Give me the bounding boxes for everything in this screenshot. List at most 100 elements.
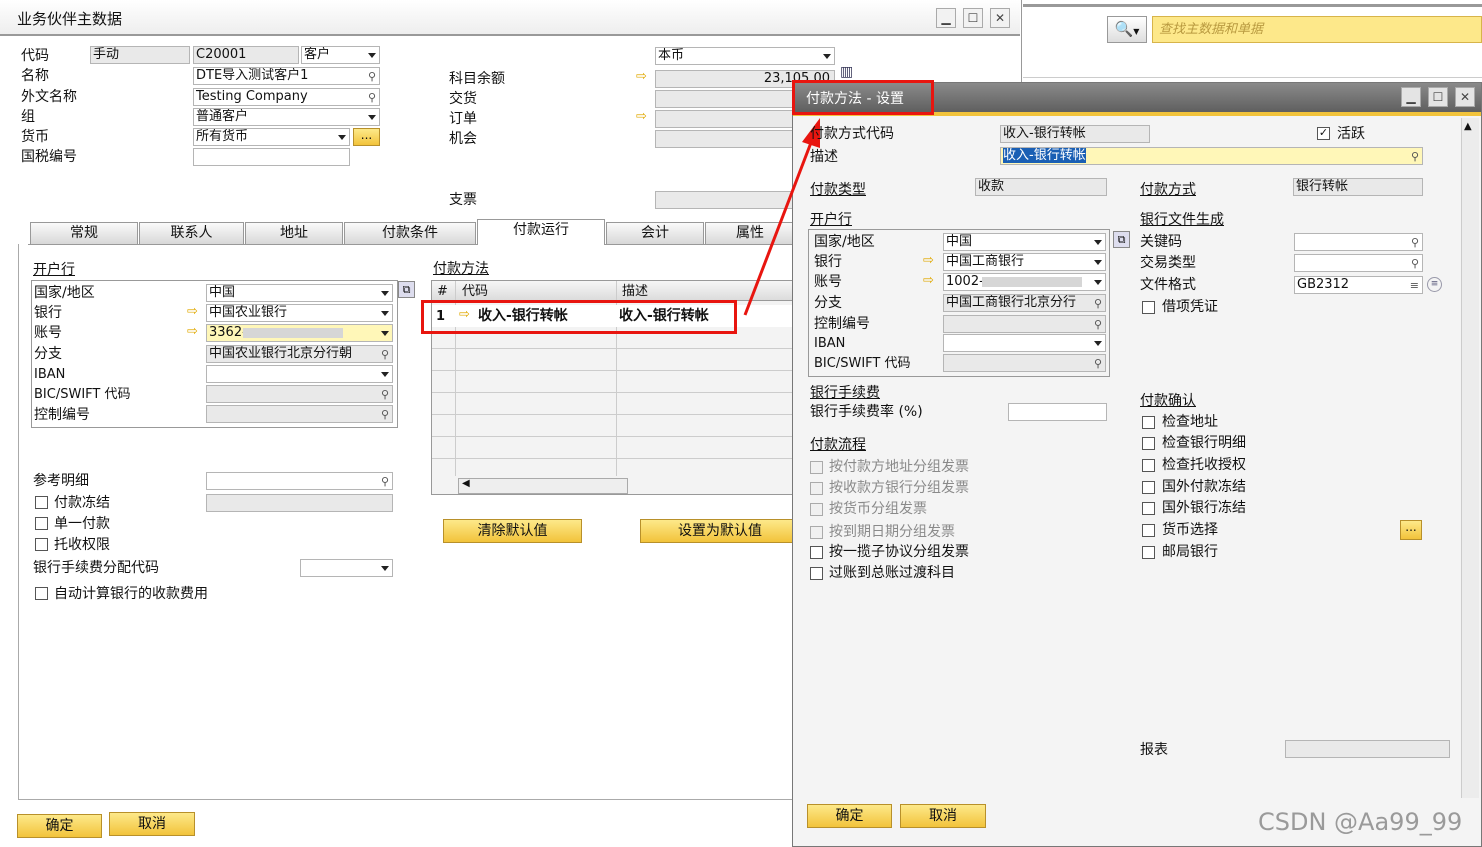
fee-rate-field[interactable] bbox=[1008, 403, 1107, 421]
key-label: 关键码 bbox=[1140, 234, 1182, 250]
report-field[interactable] bbox=[1285, 740, 1450, 758]
trans-type-label: 交易类型 bbox=[1140, 255, 1196, 271]
bic-field[interactable]: ⚲ bbox=[206, 385, 393, 403]
minimize-button[interactable]: ▁ bbox=[936, 8, 956, 28]
currency-more-button[interactable]: ... bbox=[353, 128, 380, 146]
clear-default-button[interactable]: 清除默认值 bbox=[443, 519, 582, 543]
flow-checkbox-1[interactable] bbox=[810, 461, 823, 474]
dlg-copy-icon[interactable]: ⧉ bbox=[1113, 231, 1130, 248]
confirm-checkbox-3[interactable] bbox=[1142, 459, 1155, 472]
confirm-checkbox-2[interactable] bbox=[1142, 437, 1155, 450]
dlg-bank-select[interactable]: 中国工商银行 bbox=[943, 253, 1106, 271]
tax-no-field[interactable] bbox=[193, 148, 350, 166]
account-select[interactable]: 3362- bbox=[206, 324, 393, 342]
flow-section-title: 付款流程 bbox=[810, 437, 866, 453]
dlg-country-select[interactable]: 中国 bbox=[943, 233, 1106, 251]
single-pay-checkbox[interactable] bbox=[35, 517, 48, 530]
debit-checkbox[interactable] bbox=[1142, 301, 1155, 314]
foreign-name-field[interactable]: Testing Company ⚲ bbox=[193, 88, 380, 106]
set-default-label: 设置为默认值 bbox=[678, 523, 762, 539]
dialog-close-button[interactable]: ✕ bbox=[1455, 87, 1475, 107]
search-button[interactable]: 🔍▼ bbox=[1107, 16, 1147, 43]
name-field[interactable]: DTE导入测试客户1 ⚲ bbox=[193, 67, 380, 85]
link-arrow-icon[interactable]: ⇨ bbox=[923, 273, 934, 289]
bank-select[interactable]: 中国农业银行 bbox=[206, 304, 393, 322]
flow-checkbox-3[interactable] bbox=[810, 503, 823, 516]
copy-icon[interactable]: ⧉ bbox=[398, 281, 415, 298]
currency-view-select[interactable]: 本币 bbox=[655, 47, 835, 65]
auto-calc-checkbox[interactable] bbox=[35, 587, 48, 600]
country-select[interactable]: 中国 bbox=[206, 284, 393, 302]
collection-checkbox[interactable] bbox=[35, 538, 48, 551]
group-select[interactable]: 普通客户 bbox=[193, 108, 380, 126]
tab-contacts[interactable]: 联系人 bbox=[139, 222, 244, 244]
fee-code-select[interactable] bbox=[300, 559, 393, 577]
confirm-checkbox-4[interactable] bbox=[1142, 481, 1155, 494]
chart-icon[interactable]: ▥ bbox=[840, 64, 853, 80]
flow-checkbox-2[interactable] bbox=[810, 482, 823, 495]
dialog-ok-button[interactable]: 确定 bbox=[807, 804, 892, 828]
acct-balance-label: 科目余额 bbox=[449, 71, 505, 87]
pay-freeze-checkbox[interactable] bbox=[35, 496, 48, 509]
dlg-account-select[interactable]: 1002- bbox=[943, 273, 1106, 291]
confirm-section-title: 付款确认 bbox=[1140, 393, 1196, 409]
set-default-button[interactable]: 设置为默认值 bbox=[640, 519, 800, 543]
code-field[interactable]: C20001 bbox=[193, 46, 299, 64]
confirm-checkbox-5[interactable] bbox=[1142, 502, 1155, 515]
lookup-icon: ⚲ bbox=[367, 70, 376, 83]
horizontal-scrollbar[interactable] bbox=[458, 478, 628, 494]
control-no-field[interactable]: ⚲ bbox=[206, 405, 393, 423]
dlg-bic-field[interactable]: ⚲ bbox=[943, 354, 1106, 372]
currency-select-more-button[interactable]: ... bbox=[1400, 520, 1422, 540]
pm-code-field[interactable]: 收入-银行转帐 bbox=[1000, 125, 1150, 143]
cancel-button[interactable]: 取消 bbox=[109, 812, 195, 836]
dialog-scrollbar[interactable] bbox=[1461, 118, 1479, 798]
trans-type-field[interactable]: ⚲ bbox=[1294, 254, 1423, 272]
dialog-maximize-button[interactable]: ☐ bbox=[1428, 87, 1448, 107]
link-arrow-icon[interactable]: ⇨ bbox=[636, 69, 647, 85]
ok-button[interactable]: 确定 bbox=[17, 814, 102, 838]
confirm-checkbox-7[interactable] bbox=[1142, 546, 1155, 559]
currency-value: 所有货币 bbox=[196, 129, 249, 144]
link-arrow-icon[interactable]: ⇨ bbox=[923, 253, 934, 269]
col-desc-header: 描述 bbox=[622, 284, 649, 299]
lookup-icon: ⚲ bbox=[1093, 318, 1102, 331]
tab-payment-terms[interactable]: 付款条件 bbox=[344, 222, 476, 244]
flow-checkbox-4[interactable] bbox=[810, 526, 823, 539]
dlg-control-field[interactable]: ⚲ bbox=[943, 315, 1106, 333]
desc-field[interactable]: 收入-银行转帐 ⚲ bbox=[1000, 147, 1423, 165]
currency-select[interactable]: 所有货币 bbox=[193, 128, 350, 146]
dialog-cancel-button[interactable]: 取消 bbox=[900, 804, 986, 828]
foreign-name-label: 外文名称 bbox=[21, 89, 77, 105]
info-icon[interactable]: ≡ bbox=[1427, 277, 1442, 292]
ref-detail-field[interactable]: ⚲ bbox=[206, 472, 393, 490]
maximize-button[interactable]: ☐ bbox=[963, 8, 983, 28]
tab-general[interactable]: 常规 bbox=[30, 222, 138, 244]
key-field[interactable]: ⚲ bbox=[1294, 233, 1423, 251]
link-arrow-icon[interactable]: ⇨ bbox=[187, 304, 198, 320]
scroll-up-icon[interactable]: ▲ bbox=[1464, 121, 1472, 132]
tab-accounting[interactable]: 会计 bbox=[606, 222, 704, 244]
tab-payment-run[interactable]: 付款运行 bbox=[477, 219, 605, 245]
bp-type-select[interactable]: 客户 bbox=[301, 46, 380, 64]
flow-checkbox-6[interactable] bbox=[810, 567, 823, 580]
dlg-iban-select[interactable] bbox=[943, 334, 1106, 352]
confirm-checkbox-6[interactable] bbox=[1142, 524, 1155, 537]
active-checkbox[interactable]: ✓ bbox=[1317, 127, 1330, 140]
chevron-down-icon bbox=[338, 135, 346, 140]
dlg-branch-field[interactable]: 中国工商银行北京分行 ⚲ bbox=[943, 294, 1106, 312]
close-button[interactable]: ✕ bbox=[990, 8, 1010, 28]
link-arrow-icon[interactable]: ⇨ bbox=[636, 109, 647, 125]
file-fmt-field[interactable]: GB2312 ≡ bbox=[1294, 276, 1423, 294]
code-mode-select[interactable]: 手动 bbox=[90, 46, 190, 64]
confirm-checkbox-1[interactable] bbox=[1142, 416, 1155, 429]
tab-address[interactable]: 地址 bbox=[245, 222, 343, 244]
pay-type-label: 付款类型 bbox=[810, 182, 866, 198]
dialog-minimize-button[interactable]: ▁ bbox=[1401, 87, 1421, 107]
scroll-left-icon[interactable]: ◀ bbox=[462, 478, 470, 489]
link-arrow-icon[interactable]: ⇨ bbox=[187, 324, 198, 340]
iban-select[interactable] bbox=[206, 365, 393, 383]
search-input[interactable]: 查找主数据和单据 bbox=[1152, 16, 1482, 43]
branch-field[interactable]: 中国农业银行北京分行朝 ⚲ bbox=[206, 345, 393, 363]
flow-checkbox-5[interactable] bbox=[810, 546, 823, 559]
